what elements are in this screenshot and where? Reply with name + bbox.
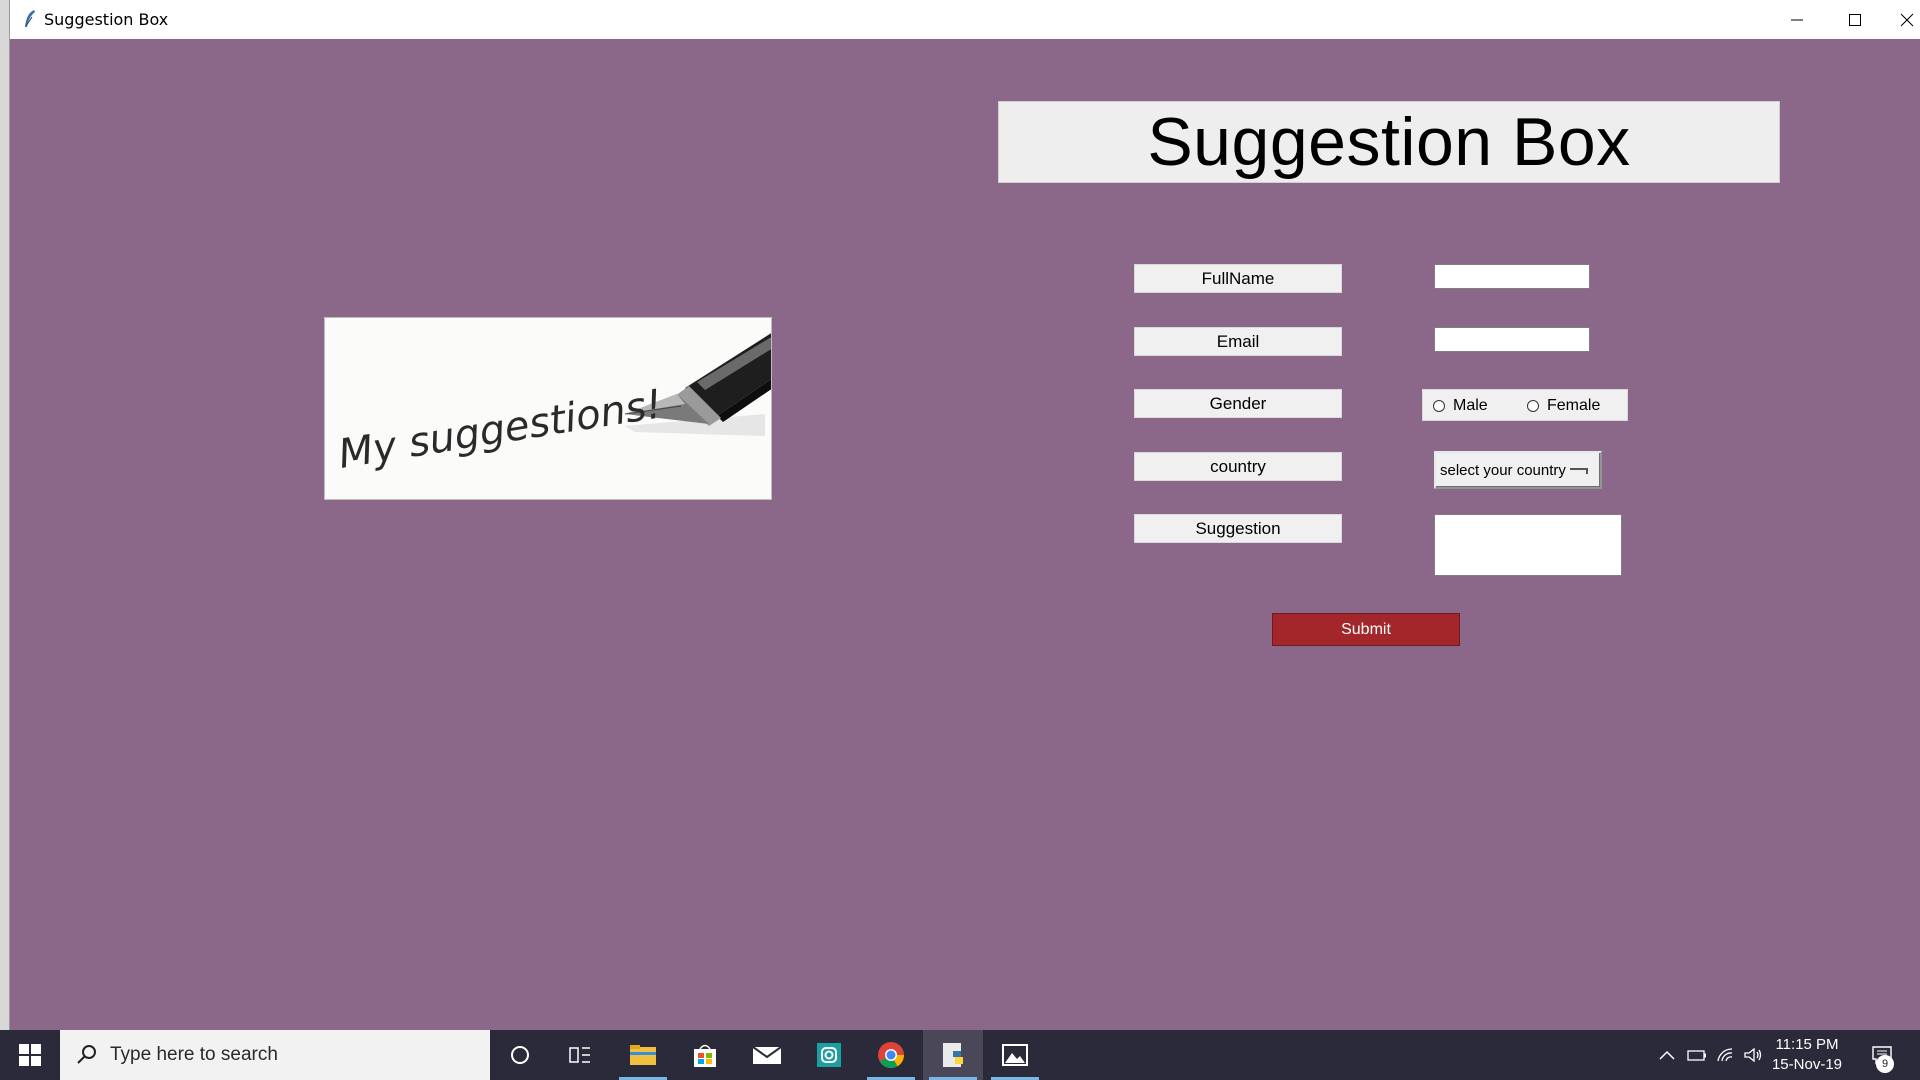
battery-button[interactable] bbox=[1682, 1030, 1712, 1080]
close-icon bbox=[1900, 13, 1914, 26]
store-icon bbox=[694, 1044, 716, 1067]
chrome-icon bbox=[878, 1042, 905, 1069]
wifi-icon bbox=[1717, 1048, 1733, 1062]
start-button[interactable] bbox=[0, 1030, 60, 1080]
fullname-input[interactable] bbox=[1434, 264, 1590, 289]
python-editor-icon bbox=[943, 1043, 963, 1067]
chrome-button[interactable] bbox=[861, 1030, 921, 1080]
file-explorer-button[interactable] bbox=[613, 1030, 673, 1080]
close-button[interactable] bbox=[1878, 0, 1920, 39]
instagram-icon bbox=[817, 1043, 841, 1067]
gender-female-label: Female bbox=[1547, 397, 1601, 414]
minimize-icon bbox=[1791, 19, 1803, 20]
maximize-icon bbox=[1849, 13, 1861, 26]
clock-time: 11:15 PM bbox=[1775, 1036, 1839, 1053]
taskbar-clock[interactable]: 11:15 PM 15-Nov-19 bbox=[1762, 1035, 1852, 1075]
task-view-icon bbox=[569, 1047, 590, 1063]
gender-male-label: Male bbox=[1453, 397, 1488, 414]
clock-date: 15-Nov-19 bbox=[1771, 1056, 1843, 1073]
page-title: Suggestion Box bbox=[1147, 104, 1631, 180]
option-menu-indicator-icon bbox=[1570, 468, 1588, 474]
app-client-area: Suggestion Box My suggestions! FullName … bbox=[10, 39, 1920, 1030]
taskbar-search-box[interactable]: Type here to search bbox=[60, 1030, 490, 1080]
window-title: Suggestion Box bbox=[44, 10, 169, 29]
submit-button[interactable]: Submit bbox=[1272, 613, 1460, 646]
email-input[interactable] bbox=[1434, 327, 1590, 352]
suggestion-label: Suggestion bbox=[1134, 514, 1342, 543]
suggestion-textarea[interactable] bbox=[1434, 514, 1622, 576]
taskbar: Type here to search 11:15 PM 15-Nov-19 9 bbox=[0, 1030, 1920, 1080]
search-icon bbox=[77, 1045, 96, 1064]
photos-button[interactable] bbox=[985, 1030, 1045, 1080]
gender-female-radio[interactable]: Female bbox=[1527, 397, 1600, 415]
maximize-button[interactable] bbox=[1826, 0, 1884, 39]
python-editor-button[interactable] bbox=[923, 1030, 983, 1080]
file-explorer-icon bbox=[630, 1045, 656, 1065]
feather-icon bbox=[22, 9, 38, 29]
background-window-edge bbox=[0, 0, 10, 1030]
speaker-icon bbox=[1744, 1047, 1762, 1063]
windows-logo-icon bbox=[19, 1044, 41, 1066]
cortana-icon bbox=[511, 1046, 529, 1064]
email-label: Email bbox=[1134, 327, 1342, 356]
country-select[interactable]: select your country bbox=[1434, 451, 1602, 489]
battery-icon bbox=[1687, 1050, 1706, 1061]
gender-male-radio[interactable]: Male bbox=[1433, 397, 1488, 415]
gender-label: Gender bbox=[1134, 389, 1342, 418]
mail-icon bbox=[752, 1046, 782, 1064]
radio-circle-icon bbox=[1527, 400, 1539, 412]
chevron-up-icon bbox=[1659, 1050, 1675, 1060]
tray-overflow-button[interactable] bbox=[1652, 1030, 1682, 1080]
suggestions-image: My suggestions! bbox=[324, 317, 772, 500]
pen-illustration: My suggestions! bbox=[325, 318, 771, 499]
window-titlebar[interactable]: Suggestion Box bbox=[10, 0, 1920, 39]
notification-count-badge: 9 bbox=[1876, 1055, 1894, 1073]
cortana-button[interactable] bbox=[490, 1030, 550, 1080]
instagram-button[interactable] bbox=[799, 1030, 859, 1080]
task-view-button[interactable] bbox=[550, 1030, 610, 1080]
fullname-label: FullName bbox=[1134, 264, 1342, 293]
network-button[interactable] bbox=[1710, 1030, 1740, 1080]
photos-icon bbox=[1002, 1044, 1028, 1066]
store-button[interactable] bbox=[675, 1030, 735, 1080]
radio-circle-icon bbox=[1433, 400, 1445, 412]
page-header: Suggestion Box bbox=[998, 101, 1780, 183]
search-placeholder: Type here to search bbox=[110, 1044, 278, 1065]
gender-radio-group: Male Female bbox=[1422, 389, 1628, 421]
mail-button[interactable] bbox=[737, 1030, 797, 1080]
minimize-button[interactable] bbox=[1768, 0, 1826, 39]
country-label: country bbox=[1134, 452, 1342, 481]
country-select-value: select your country bbox=[1440, 461, 1566, 479]
